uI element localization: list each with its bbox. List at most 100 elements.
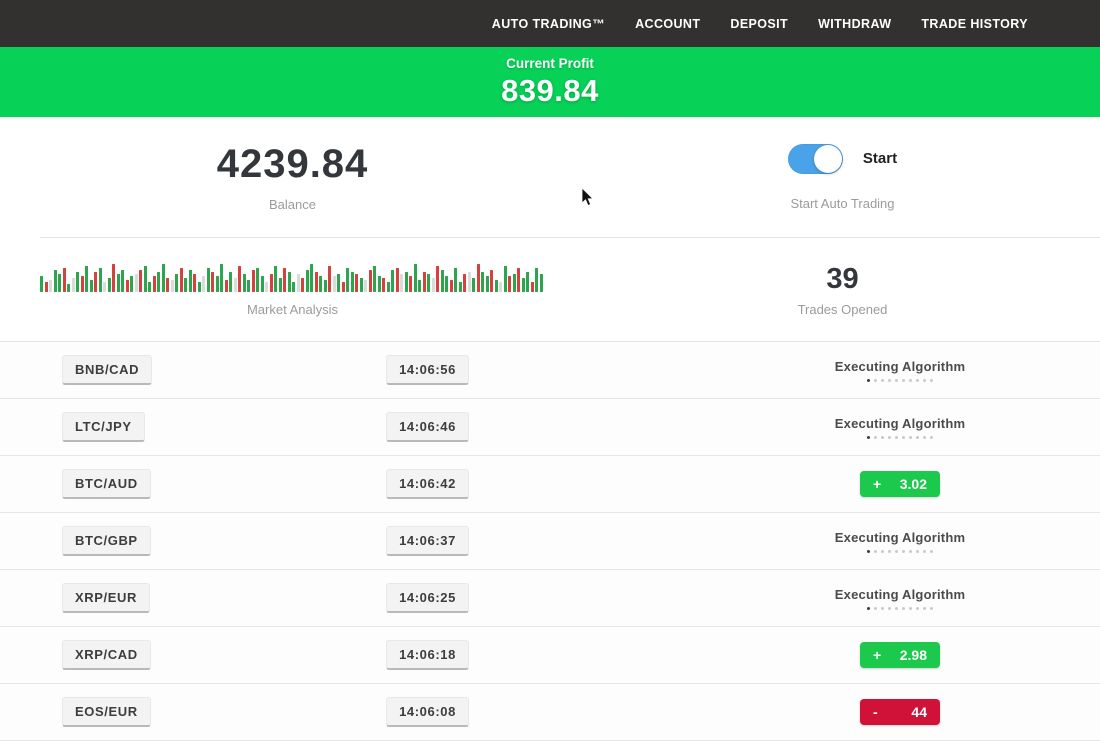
time-button[interactable]: 14:06:37 xyxy=(386,526,469,556)
auto-trading-toggle[interactable] xyxy=(788,144,843,174)
market-bar xyxy=(405,272,408,292)
market-bar xyxy=(418,280,421,292)
market-bar xyxy=(355,274,358,292)
market-bar xyxy=(436,266,439,292)
pair-button[interactable]: XRP/EUR xyxy=(62,583,150,613)
market-bar xyxy=(153,276,156,292)
market-bar xyxy=(99,268,102,292)
market-bar xyxy=(535,268,538,292)
market-bar xyxy=(499,282,502,292)
market-bar xyxy=(463,274,466,292)
market-bar xyxy=(184,278,187,292)
market-bar xyxy=(531,282,534,292)
market-bar xyxy=(148,282,151,292)
market-bar xyxy=(508,276,511,292)
market-bar xyxy=(81,276,84,292)
progress-dot xyxy=(923,436,926,439)
market-bar xyxy=(220,264,223,292)
trade-status: + 2.98 xyxy=(740,642,1060,668)
stats-row-balance: 4239.84 Balance Start Start Auto Trading xyxy=(0,117,1100,237)
profit-banner: Current Profit 839.84 xyxy=(0,47,1100,117)
market-bar xyxy=(427,274,430,292)
pair-button[interactable]: BTC/AUD xyxy=(62,469,151,499)
executing-algorithm-label: Executing Algorithm xyxy=(835,530,965,545)
progress-dot xyxy=(909,379,912,382)
market-bar xyxy=(270,274,273,292)
progress-dot xyxy=(930,550,933,553)
market-bar xyxy=(130,276,133,292)
pair-button[interactable]: XRP/CAD xyxy=(62,640,151,670)
market-bar xyxy=(72,278,75,292)
nav-item-deposit[interactable]: DEPOSIT xyxy=(730,17,788,31)
toggle-label: Start xyxy=(863,150,897,167)
progress-dots xyxy=(867,436,933,439)
market-bar xyxy=(202,276,205,292)
market-bar xyxy=(540,274,543,292)
progress-dot xyxy=(881,550,884,553)
market-bar xyxy=(85,266,88,292)
time-button[interactable]: 14:06:08 xyxy=(386,697,469,727)
time-button[interactable]: 14:06:56 xyxy=(386,355,469,385)
market-bar xyxy=(351,272,354,292)
market-bar xyxy=(252,270,255,292)
market-bar xyxy=(486,276,489,292)
market-bar xyxy=(288,272,291,292)
trades-opened-block: 39 Trades Opened xyxy=(585,238,1100,341)
progress-dots xyxy=(867,607,933,610)
progress-dot xyxy=(867,379,870,382)
market-bar xyxy=(117,274,120,292)
nav-item-auto-trading[interactable]: AUTO TRADING™ xyxy=(492,17,605,31)
market-bar xyxy=(198,282,201,292)
progress-dot xyxy=(916,550,919,553)
trade-status: Executing Algorithm xyxy=(740,530,1060,553)
market-bar xyxy=(211,272,214,292)
pair-button[interactable]: BNB/CAD xyxy=(62,355,152,385)
nav-item-account[interactable]: ACCOUNT xyxy=(635,17,700,31)
market-bar xyxy=(504,266,507,292)
market-bar xyxy=(522,278,525,292)
market-bar xyxy=(333,276,336,292)
market-bar xyxy=(90,280,93,292)
market-bar xyxy=(40,276,43,292)
market-bar xyxy=(423,272,426,292)
progress-dot xyxy=(888,436,891,439)
market-bar xyxy=(450,280,453,292)
progress-dot xyxy=(874,436,877,439)
market-bar xyxy=(414,264,417,292)
trade-list: BNB/CAD 14:06:56 Executing Algorithm LTC… xyxy=(0,342,1100,741)
time-button[interactable]: 14:06:25 xyxy=(386,583,469,613)
pair-button[interactable]: EOS/EUR xyxy=(62,697,151,727)
result-value: 2.98 xyxy=(900,647,927,663)
market-bar xyxy=(274,266,277,292)
market-bar xyxy=(180,268,183,292)
trade-row: BTC/GBP 14:06:37 Executing Algorithm xyxy=(0,513,1100,570)
market-bar xyxy=(121,270,124,292)
progress-dot xyxy=(902,550,905,553)
market-bar xyxy=(391,270,394,292)
nav-item-withdraw[interactable]: WITHDRAW xyxy=(818,17,891,31)
market-bar xyxy=(225,280,228,292)
balance-value: 4239.84 xyxy=(217,142,369,187)
result-sign: + xyxy=(873,476,881,492)
market-bar xyxy=(108,278,111,292)
market-bar xyxy=(49,280,52,292)
pair-button[interactable]: LTC/JPY xyxy=(62,412,145,442)
market-analysis-label: Market Analysis xyxy=(247,302,338,317)
result-badge: + 3.02 xyxy=(860,471,940,497)
progress-dots xyxy=(867,550,933,553)
market-bar xyxy=(360,278,363,292)
market-bar xyxy=(364,280,367,292)
market-bar xyxy=(382,278,385,292)
market-bar xyxy=(445,276,448,292)
time-button[interactable]: 14:06:42 xyxy=(386,469,469,499)
pair-button[interactable]: BTC/GBP xyxy=(62,526,151,556)
market-bar xyxy=(369,270,372,292)
market-bar xyxy=(387,282,390,292)
progress-dot xyxy=(874,550,877,553)
nav-item-trade-history[interactable]: TRADE HISTORY xyxy=(921,17,1028,31)
time-button[interactable]: 14:06:18 xyxy=(386,640,469,670)
market-bar xyxy=(490,270,493,292)
result-badge: - 44 xyxy=(860,699,940,725)
auto-trading-label: Start Auto Trading xyxy=(790,196,894,211)
time-button[interactable]: 14:06:46 xyxy=(386,412,469,442)
